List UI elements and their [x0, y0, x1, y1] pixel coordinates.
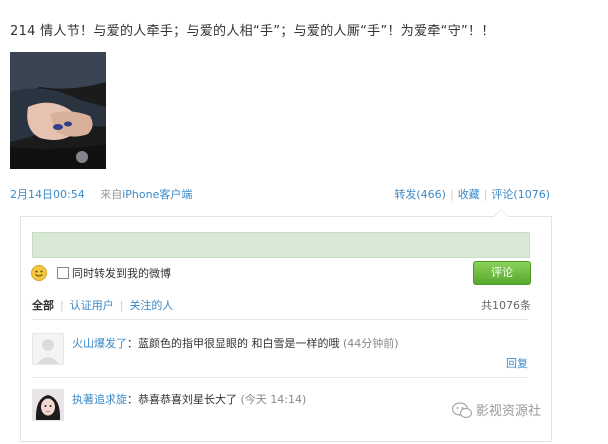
emoticon-icon[interactable] [31, 265, 47, 281]
comment-author-link[interactable]: 火山爆发了 [72, 337, 127, 350]
comment-filters: 全部 | 认证用户 | 关注的人 [32, 297, 173, 313]
post-time-link[interactable]: 2月14日00:54 [10, 188, 85, 201]
divider-pipe: | [60, 299, 64, 312]
comment-body: ：蓝颜色的指甲很显眼的 和白雪是一样的哦 [127, 337, 340, 350]
comment-body: ：恭喜恭喜刘星长大了 [127, 393, 237, 406]
watermark-text: 影视资源社 [476, 404, 542, 419]
post-meta: 2月14日00:54 来自iPhone客户端 转发(466) | 收藏 | 评论(107… [10, 186, 550, 202]
divider-pipe: | [119, 299, 124, 312]
post-photo[interactable] [10, 52, 106, 169]
comment-item: 火山爆发了：蓝颜色的指甲很显眼的 和白雪是一样的哦 (44分钟前) 回复 [32, 333, 528, 373]
post-client-link[interactable]: iPhone客户端 [122, 188, 192, 201]
comment-input[interactable] [32, 232, 530, 258]
forward-to-weibo-checkbox[interactable]: 同时转发到我的微博 [57, 265, 171, 281]
comment-author-link[interactable]: 执著追求旋 [72, 393, 127, 406]
filter-verified[interactable]: 认证用户 [70, 299, 114, 312]
wechat-icon [451, 402, 473, 422]
divider [32, 319, 528, 320]
submit-comment-button[interactable]: 评论 [473, 261, 531, 285]
post-source-prefix: 来自 [100, 188, 123, 201]
comment-total-count: 共1076条 [481, 299, 531, 312]
post-photo-image [10, 52, 106, 169]
filter-following[interactable]: 关注的人 [129, 299, 173, 312]
checkbox-square[interactable] [57, 267, 69, 279]
post-text: 214 情人节！与爱的人牵手；与爱的人相“手”；与爱的人厮“手”！为爱牵“守”！… [10, 24, 495, 39]
avatar[interactable] [32, 333, 64, 365]
comment-time: (44分钟前) [343, 337, 399, 350]
divider-pipe: | [483, 188, 488, 201]
favorite-link[interactable]: 收藏 [458, 188, 480, 201]
divider-pipe: | [449, 188, 454, 201]
filter-all[interactable]: 全部 [32, 299, 54, 312]
weibo-post-page: 214 情人节！与爱的人牵手；与爱的人相“手”；与爱的人厮“手”！为爱牵“守”！… [0, 0, 608, 444]
watermark: 影视资源社 [451, 400, 542, 422]
avatar[interactable] [32, 389, 64, 421]
forward-checkbox-label: 同时转发到我的微博 [72, 267, 171, 280]
divider [32, 377, 528, 378]
reply-link[interactable]: 回复 [506, 355, 528, 371]
comment-time: (今天 14:14) [240, 393, 307, 406]
forward-link[interactable]: 转发(466) [394, 188, 446, 201]
comment-link[interactable]: 评论(1076) [491, 188, 550, 201]
